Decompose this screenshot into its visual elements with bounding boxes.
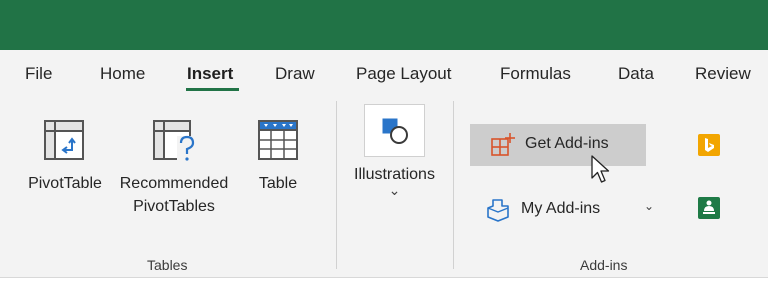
table-button[interactable]: Table (245, 114, 311, 196)
tab-page-layout[interactable]: Page Layout (356, 64, 451, 84)
illustrations-chevron-icon: ⌄ (388, 182, 401, 198)
pivottable-button[interactable]: PivotTable (22, 114, 108, 196)
tab-home[interactable]: Home (100, 64, 145, 84)
pivottable-icon (44, 120, 84, 160)
tab-draw[interactable]: Draw (275, 64, 315, 84)
my-addins-label: My Add-ins (521, 200, 601, 217)
active-tab-indicator (186, 88, 239, 91)
get-addins-button[interactable]: Get Add-ins (470, 124, 646, 166)
group-separator (453, 101, 454, 269)
recommended-pivottables-label-line1: Recommended (119, 175, 229, 192)
table-icon (258, 120, 298, 160)
tab-file[interactable]: File (25, 64, 52, 84)
tab-data[interactable]: Data (618, 64, 654, 84)
illustrations-label-area[interactable]: Illustrations ⌄ (344, 164, 445, 208)
tables-group-label: Tables (147, 257, 188, 273)
illustrations-button[interactable] (364, 104, 425, 157)
addins-group-label: Add-ins (580, 257, 628, 273)
recommended-pivottables-icon (153, 120, 197, 163)
mouse-cursor-icon (591, 155, 610, 183)
tab-insert[interactable]: Insert (187, 64, 233, 84)
get-addins-label: Get Add-ins (525, 135, 609, 152)
ribbon-bottom-edge (0, 277, 768, 286)
my-addins-icon (487, 199, 509, 222)
bing-maps-icon[interactable] (698, 134, 720, 156)
pivottable-label: PivotTable (28, 175, 102, 192)
people-graph-icon[interactable] (698, 197, 720, 219)
shapes-icon (382, 118, 408, 144)
tab-review[interactable]: Review (695, 64, 751, 84)
ribbon-tab-bar: File Home Insert Draw Page Layout Formul… (0, 50, 768, 98)
recommended-pivottables-label-line2: PivotTables (133, 198, 215, 215)
title-bar (0, 0, 768, 50)
my-addins-button[interactable]: My Add-ins ⌄ (484, 194, 664, 226)
recommended-pivottables-button[interactable]: Recommended PivotTables (114, 114, 234, 218)
table-label: Table (258, 175, 298, 192)
group-separator (336, 101, 337, 269)
tab-formulas[interactable]: Formulas (500, 64, 571, 84)
my-addins-chevron-icon[interactable]: ⌄ (644, 199, 654, 213)
add-ins-store-icon (491, 133, 515, 156)
